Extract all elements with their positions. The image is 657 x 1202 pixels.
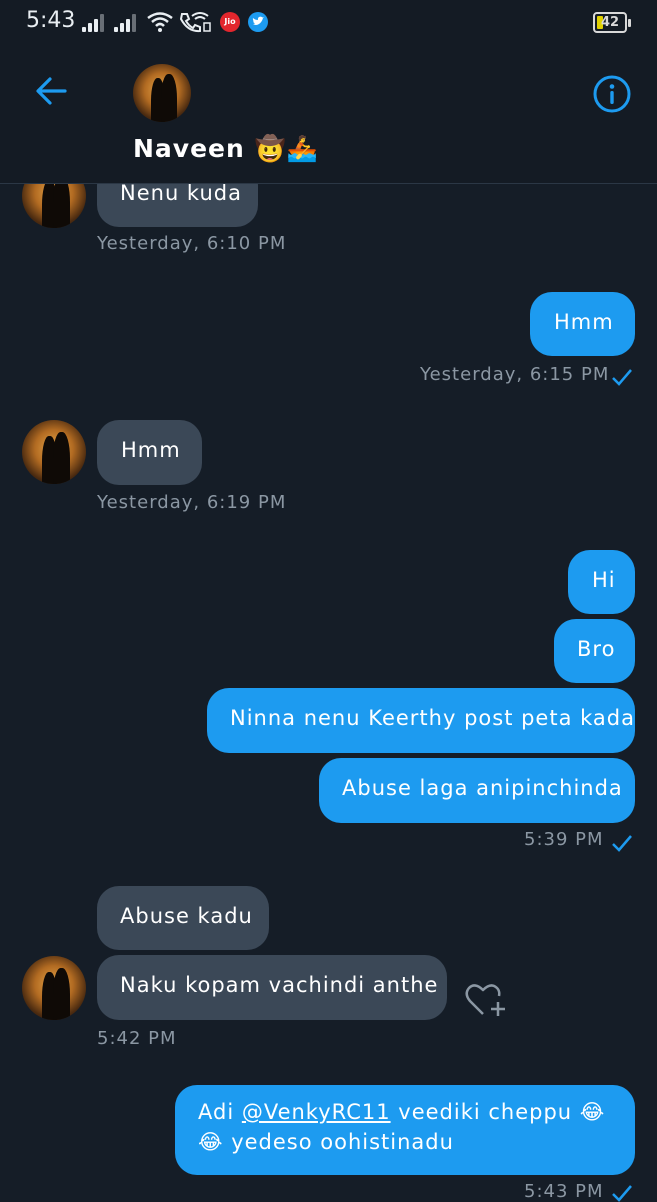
message-timestamp: Yesterday, 6:10 PM bbox=[97, 233, 287, 254]
message-text: Ninna nenu Keerthy post peta kada bbox=[230, 706, 635, 730]
message-text: veediki cheppu 😂 bbox=[390, 1100, 606, 1124]
conversation-header bbox=[0, 44, 657, 184]
message-text-line: Adi @VenkyRC11 veediki cheppu 😂 bbox=[198, 1097, 619, 1127]
header-avatar[interactable] bbox=[133, 64, 191, 122]
message-text: Nenu kuda bbox=[120, 184, 242, 205]
message-bubble-incoming[interactable]: Abuse kadu bbox=[97, 886, 269, 950]
signal-icon bbox=[82, 14, 106, 32]
message-text: Hi bbox=[592, 568, 616, 592]
like-heart-plus-icon[interactable] bbox=[465, 982, 507, 1018]
jio-icon: Jio bbox=[220, 12, 240, 32]
message-bubble-outgoing[interactable]: Abuse laga anipinchinda bbox=[319, 758, 635, 823]
message-text: Adi bbox=[198, 1100, 242, 1124]
back-arrow-icon[interactable] bbox=[34, 74, 68, 108]
message-bubble-incoming[interactable]: Naku kopam vachindi anthe bbox=[97, 955, 447, 1020]
status-time: 5:43 bbox=[26, 8, 76, 33]
header-name[interactable]: Naveen 🤠🚣 bbox=[133, 134, 319, 164]
message-text: Hmm bbox=[554, 310, 614, 334]
message-bubble-outgoing[interactable]: Bro bbox=[554, 619, 635, 683]
status-bar: 5:43 Jio 42 bbox=[0, 0, 657, 44]
signal-icon bbox=[114, 14, 138, 32]
message-text: 😂 yedeso oohistinadu bbox=[198, 1130, 454, 1155]
message-text: Hmm bbox=[121, 438, 181, 462]
message-bubble-outgoing[interactable]: Ninna nenu Keerthy post peta kada bbox=[207, 688, 635, 753]
message-bubble-outgoing[interactable]: Hmm bbox=[530, 292, 635, 356]
contact-name: Naveen bbox=[133, 134, 245, 163]
info-icon[interactable] bbox=[592, 74, 632, 114]
wifi-call-icon bbox=[179, 12, 211, 33]
battery-icon: 42 bbox=[593, 12, 631, 33]
message-bubble-incoming[interactable]: Nenu kuda bbox=[97, 184, 258, 227]
message-bubble-outgoing[interactable]: Adi @VenkyRC11 veediki cheppu 😂 😂 yedeso… bbox=[175, 1085, 635, 1175]
wifi-icon bbox=[147, 12, 173, 32]
message-text: Abuse laga anipinchinda bbox=[342, 776, 623, 800]
message-bubble-outgoing[interactable]: Hi bbox=[568, 550, 635, 614]
twitter-notification-icon bbox=[248, 12, 268, 32]
message-timestamp: Yesterday, 6:19 PM bbox=[97, 492, 287, 513]
message-bubble-incoming[interactable]: Hmm bbox=[97, 420, 202, 485]
contact-emoji: 🤠🚣 bbox=[254, 134, 319, 163]
mention-link[interactable]: @VenkyRC11 bbox=[242, 1100, 391, 1124]
message-timestamp: 5:42 PM bbox=[97, 1028, 177, 1049]
sender-avatar[interactable] bbox=[22, 184, 86, 228]
message-text: Bro bbox=[577, 637, 616, 661]
sent-check-icon bbox=[612, 835, 632, 852]
message-timestamp: Yesterday, 6:15 PM bbox=[420, 364, 610, 385]
message-timestamp: 5:43 PM bbox=[524, 1181, 604, 1202]
message-text: Abuse kadu bbox=[120, 904, 253, 928]
sender-avatar[interactable] bbox=[22, 420, 86, 484]
sent-check-icon bbox=[612, 369, 632, 386]
sent-check-icon bbox=[612, 1185, 632, 1202]
message-timestamp: 5:39 PM bbox=[524, 829, 604, 850]
message-text: Naku kopam vachindi anthe bbox=[120, 973, 439, 997]
sender-avatar[interactable] bbox=[22, 956, 86, 1020]
